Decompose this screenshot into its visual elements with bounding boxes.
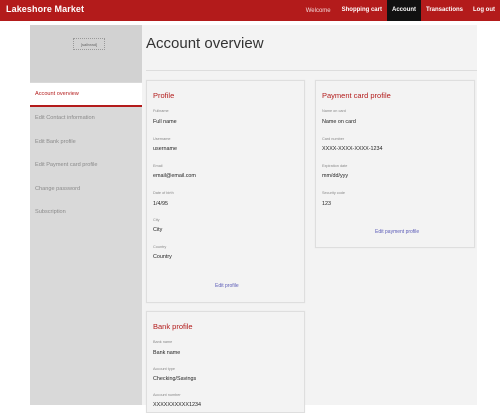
field-value: Checking/Savings	[153, 376, 197, 382]
sidebar-menu: Account overview Edit Contact informatio…	[30, 83, 142, 225]
field-label: Date of birth	[153, 191, 174, 195]
field-value: Full name	[153, 119, 177, 125]
field-label: Card number	[322, 137, 345, 141]
sidebar-item-change-password[interactable]: Change password	[30, 178, 142, 202]
top-navbar: Lakeshore Market Welcome Shopping cart A…	[0, 0, 500, 21]
bank-title: Bank profile	[153, 322, 193, 331]
nav-shopping-cart[interactable]: Shopping cart	[337, 0, 387, 21]
welcome-text: Welcome	[305, 7, 331, 14]
field-value: City	[153, 227, 163, 233]
page-title: Account overview	[146, 35, 264, 52]
field-label: Email	[153, 164, 163, 168]
field-value: 123	[322, 201, 331, 207]
edit-profile-link[interactable]: Edit profile	[215, 283, 239, 289]
nav-account[interactable]: Account	[386, 0, 421, 21]
main-nav: Welcome Shopping cart Account Transactio…	[306, 0, 500, 21]
field-value: XXXX-XXXX-XXXX-1234	[322, 146, 383, 152]
main-content: Account overview Profile Fullname Full n…	[142, 25, 477, 413]
field-value: email@email.com	[153, 173, 196, 179]
field-value: username	[153, 146, 177, 152]
field-value: Name on card	[322, 119, 356, 125]
nav-log-out[interactable]: Log out	[468, 0, 500, 21]
brand-name[interactable]: Lakeshore Market	[6, 4, 84, 14]
field-value: 1/4/95	[153, 201, 168, 207]
title-divider	[146, 70, 477, 71]
field-label: Account type	[153, 367, 175, 371]
logo-area: [salhead]	[30, 25, 142, 82]
field-label: Expiration date	[322, 164, 348, 168]
edit-payment-link[interactable]: Edit payment profile	[375, 229, 419, 235]
sidebar-item-edit-payment[interactable]: Edit Payment card profile	[30, 154, 142, 178]
field-label: Country	[153, 245, 167, 249]
sidebar: [salhead] Account overview Edit Contact …	[30, 25, 142, 405]
field-value: Country	[153, 254, 172, 260]
sidebar-item-subscription[interactable]: Subscription	[30, 201, 142, 225]
field-label: Username	[153, 137, 171, 141]
field-value: mm/dd/yyy	[322, 173, 349, 179]
field-label: City	[153, 218, 160, 222]
logo-image: [salhead]	[73, 38, 105, 50]
field-label: Account number	[153, 393, 181, 397]
field-label: Security code	[322, 191, 346, 195]
payment-title: Payment card profile	[322, 91, 391, 100]
field-value: XXXXXXXXXX1234	[153, 402, 201, 408]
field-value: Bank name	[153, 350, 181, 356]
profile-title: Profile	[153, 91, 175, 100]
payment-card: Payment card profile Name on card Name o…	[315, 80, 475, 248]
field-label: Bank name	[153, 340, 173, 344]
sidebar-item-account-overview[interactable]: Account overview	[30, 83, 142, 107]
field-label: Fullname	[153, 109, 169, 113]
sidebar-item-edit-bank[interactable]: Edit Bank profile	[30, 131, 142, 155]
bank-card: Bank profile Bank name Bank name Account…	[146, 311, 305, 413]
field-label: Name on card	[322, 109, 346, 113]
sidebar-item-edit-contact[interactable]: Edit Contact information	[30, 107, 142, 131]
profile-card: Profile Fullname Full name Username user…	[146, 80, 305, 303]
nav-transactions[interactable]: Transactions	[421, 0, 468, 21]
